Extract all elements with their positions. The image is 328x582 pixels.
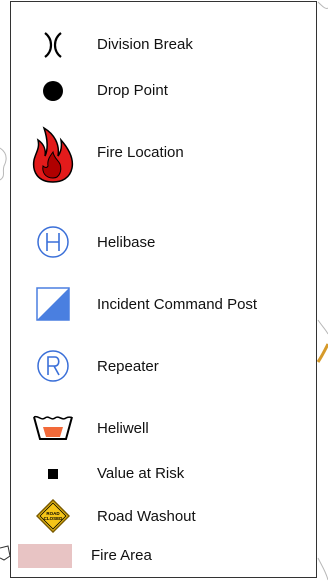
legend-item-helibase: Helibase	[11, 224, 318, 260]
legend-label: Drop Point	[97, 82, 168, 99]
incident-command-post-icon	[29, 286, 77, 322]
legend-label: Division Break	[97, 36, 193, 53]
map-line-top-right	[317, 1, 328, 9]
legend-label: Incident Command Post	[97, 296, 258, 313]
legend-label: Fire Area	[91, 547, 152, 564]
legend-label: Road Washout	[97, 508, 196, 525]
legend-item-fire-area: Fire Area	[11, 542, 318, 570]
value-at-risk-icon	[29, 461, 77, 487]
drop-point-icon	[29, 76, 77, 106]
heliwell-icon	[29, 410, 77, 446]
legend-label: Repeater	[97, 358, 159, 375]
repeater-icon	[29, 348, 77, 384]
road-sign-text-line2: CLOSED	[44, 516, 64, 521]
map-line-left	[0, 147, 7, 181]
legend-label: Helibase	[97, 234, 156, 251]
legend-item-fire-location: Fire Location	[11, 120, 318, 186]
fire-area-swatch	[17, 542, 73, 570]
map-canvas: Division Break Drop Point Fire Location	[0, 0, 328, 582]
legend-item-incident-command-post: Incident Command Post	[11, 286, 318, 322]
road-washout-icon: ROAD CLOSED	[29, 499, 77, 533]
legend-item-heliwell: Heliwell	[11, 410, 318, 446]
legend-item-drop-point: Drop Point	[11, 76, 318, 106]
map-line-bottom-right	[317, 557, 328, 581]
map-line-right-mid	[317, 319, 328, 335]
legend-item-repeater: Repeater	[11, 348, 318, 384]
legend-label: Fire Location	[97, 144, 184, 161]
legend-item-road-washout: ROAD CLOSED Road Washout	[11, 499, 318, 533]
division-break-icon	[29, 30, 77, 60]
map-road-right	[316, 343, 328, 363]
helibase-icon	[29, 224, 77, 260]
fire-location-icon	[29, 120, 77, 186]
map-legend: Division Break Drop Point Fire Location	[10, 1, 317, 578]
legend-label: Value at Risk	[97, 465, 185, 482]
map-line-bottom-left	[0, 545, 11, 561]
legend-item-division-break: Division Break	[11, 30, 318, 60]
legend-label: Heliwell	[97, 420, 149, 437]
legend-item-value-at-risk: Value at Risk	[11, 461, 318, 487]
